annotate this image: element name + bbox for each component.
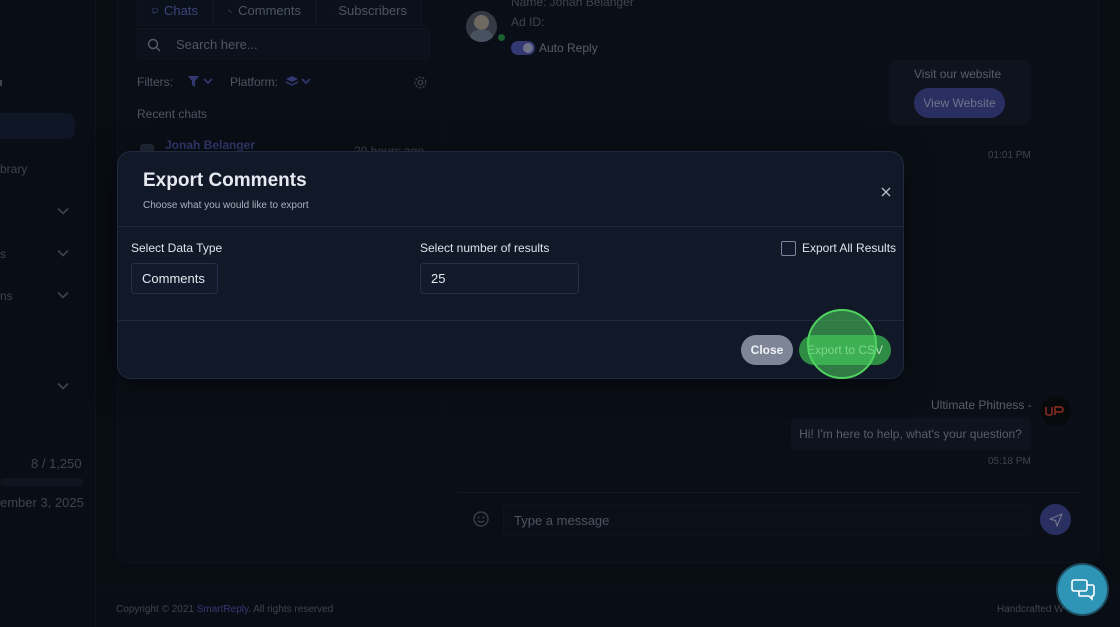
close-button[interactable]: Close (741, 335, 793, 365)
modal-divider (118, 226, 903, 227)
results-count-input[interactable] (431, 271, 568, 286)
modal-close-button[interactable] (880, 185, 892, 197)
modal-footer-divider (118, 320, 903, 321)
export-comments-modal: Export Comments Choose what you would li… (117, 151, 904, 379)
support-chat-button[interactable] (1058, 565, 1107, 614)
data-type-select[interactable]: Comments (131, 263, 218, 294)
modal-subtitle: Choose what you would like to export (143, 200, 309, 211)
export-all-label: Export All Results (802, 241, 897, 255)
close-icon (881, 187, 891, 197)
results-count-field[interactable] (420, 263, 579, 294)
results-count-label: Select number of results (420, 241, 550, 255)
data-type-label: Select Data Type (131, 241, 223, 255)
modal-title: Export Comments (143, 170, 307, 191)
chat-bubbles-icon (1070, 578, 1095, 601)
export-all-checkbox[interactable] (781, 241, 796, 256)
click-indicator (807, 309, 877, 379)
